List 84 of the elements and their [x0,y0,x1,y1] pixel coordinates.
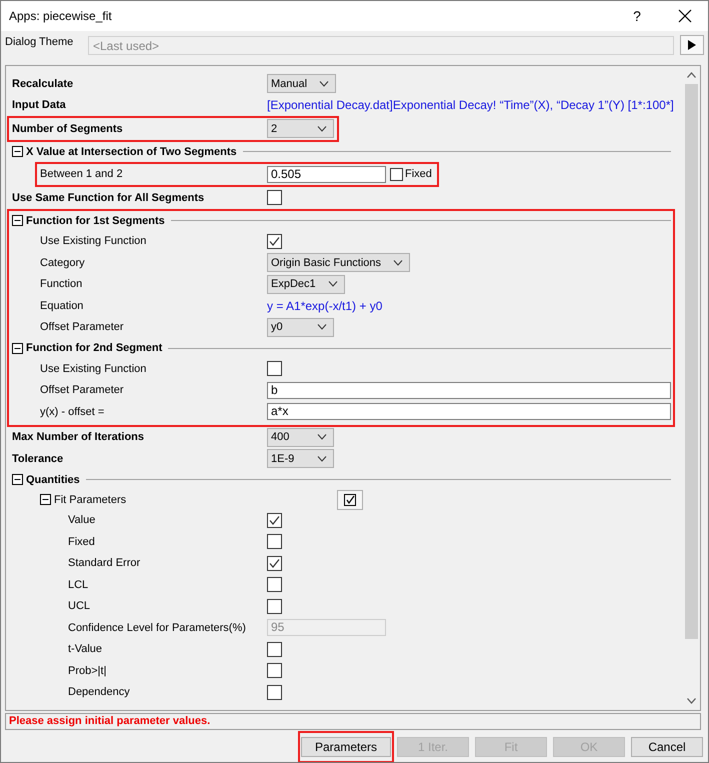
menu-arrow-button[interactable] [680,35,704,55]
collapse-icon[interactable] [12,215,23,226]
dropdown[interactable]: 1E-9 [267,449,334,468]
value-text: [Exponential Decay.dat]Exponential Decay! “Time”(X), “Decay 1”(Y) [1*:100*] [267,98,674,112]
play-arrow-icon [688,40,696,50]
field-label: Dependency [68,686,130,698]
field-label: Prob>|t| [68,664,106,677]
theme-field[interactable]: <Last used> [88,36,674,55]
checkbox[interactable] [267,361,282,376]
field-label: Standard Error [68,557,140,570]
dropdown[interactable]: Origin Basic Functions [267,253,410,272]
checkbox[interactable] [267,512,282,528]
dropdown[interactable]: Manual [267,74,336,94]
dropdown[interactable]: 2 [267,119,334,138]
dropdown[interactable]: ExpDec1 [267,274,345,294]
field-label: Use Same Function for All Segments [12,192,204,204]
field-label: t-Value [68,643,102,656]
input-field[interactable]: 0.505 [267,166,386,183]
collapse-icon[interactable] [12,342,23,354]
help-button[interactable]: ? [617,1,657,31]
caret-icon [317,324,327,330]
scroll-down-icon[interactable] [687,698,696,704]
checkbox[interactable] [267,663,282,678]
checkbox-icon [344,494,356,506]
field-label: Number of Segments [12,122,123,135]
checkbox[interactable] [267,642,282,657]
checkbox-label: Fixed [405,168,432,180]
field-label: Input Data [12,99,66,112]
status-message: Please assign initial parameter values. [5,713,701,730]
section-title: Quantities [26,474,80,486]
scroll-up-icon[interactable] [687,72,696,78]
caret-icon [317,434,327,440]
value-text: y = A1*exp(-x/t1) + y0 [267,298,382,313]
checkbox[interactable] [267,577,282,592]
field-label: Max Number of Iterations [12,431,144,444]
window-title: Apps: piecewise_fit [9,9,113,23]
section-title: Function for 2nd Segment [26,342,162,354]
toggle-button[interactable] [337,490,364,510]
dialog-button[interactable]: Parameters [301,737,391,757]
field-label: Fixed [68,536,95,548]
checkbox[interactable] [267,684,282,700]
caret-icon [393,260,404,266]
collapse-icon[interactable] [12,474,23,485]
caret-icon [317,126,327,132]
input-field[interactable]: a*x [267,403,671,420]
field-label: UCL [68,600,90,612]
checkbox[interactable] [267,598,282,614]
checkbox[interactable] [267,234,282,249]
caret-icon [317,456,327,462]
scrollbar-thumb[interactable] [685,84,698,639]
section-title: X Value at Intersection of Two Segments [26,146,237,158]
field-label: Tolerance [12,452,64,465]
field-label: Confidence Level for Parameters(%) [68,622,246,634]
section-title: Function for 1st Segments [26,214,165,226]
field-label: Value [68,514,96,526]
field-label: Category [40,256,85,269]
field-label: Recalculate [12,78,74,90]
field-label: Use Existing Function [40,362,146,375]
field-label: LCL [68,578,88,591]
close-icon [678,9,692,23]
checkbox[interactable] [267,556,282,571]
field-label: Offset Parameter [40,321,124,334]
field-label: Use Existing Function [40,235,146,248]
field-label: y(x) - offset = [40,406,104,418]
field-label: Offset Parameter [40,384,124,396]
theme-label: Dialog Theme [5,36,74,48]
checkbox[interactable] [267,190,282,206]
check-icon [268,234,281,248]
field-label: Equation [40,300,84,312]
input-field[interactable]: b [267,382,671,399]
checkbox[interactable] [390,168,403,181]
field-label: Between 1 and 2 [40,168,123,180]
field-label: Function [40,278,82,290]
dialog-button[interactable]: Cancel [631,737,703,757]
section-title: Fit Parameters [54,494,126,506]
collapse-icon[interactable] [40,494,51,505]
dropdown[interactable]: 400 [267,428,334,447]
check-icon [268,514,281,527]
dropdown[interactable]: y0 [267,318,334,337]
check-icon [268,556,281,570]
checkbox[interactable] [267,534,282,550]
caret-icon [319,80,330,87]
caret-icon [328,281,338,288]
collapse-icon[interactable] [12,146,23,157]
